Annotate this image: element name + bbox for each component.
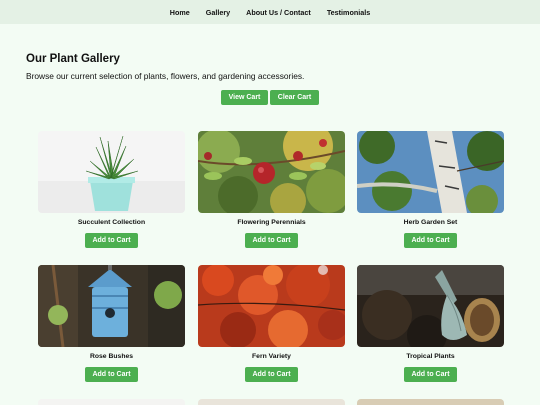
succulent-photo xyxy=(38,131,185,213)
nav-link-home[interactable]: Home xyxy=(170,8,190,17)
product-card-fern-variety: Fern Variety Add to Cart xyxy=(198,265,345,382)
nav-link-about-contact[interactable]: About Us / Contact xyxy=(246,8,311,17)
product-name: Herb Garden Set xyxy=(403,219,458,226)
product-card-flowering-perennials: Flowering Perennials Add to Cart xyxy=(198,131,345,248)
product-name: Succulent Collection xyxy=(77,219,146,226)
top-navbar: Home Gallery About Us / Contact Testimon… xyxy=(0,0,540,24)
product-card-succulent: Succulent Collection Add to Cart xyxy=(38,131,185,248)
add-to-cart-button[interactable]: Add to Cart xyxy=(404,367,457,382)
nav-link-gallery[interactable]: Gallery xyxy=(206,8,230,17)
product-card-rose-bushes: Rose Bushes Add to Cart xyxy=(38,265,185,382)
nav-link-testimonials[interactable]: Testimonials xyxy=(327,8,370,17)
rose-bushes-photo xyxy=(38,265,185,347)
add-to-cart-button[interactable]: Add to Cart xyxy=(245,233,298,248)
product-image-partial xyxy=(198,399,345,405)
add-to-cart-button[interactable]: Add to Cart xyxy=(85,367,138,382)
product-name: Tropical Plants xyxy=(406,353,455,360)
add-to-cart-button[interactable]: Add to Cart xyxy=(85,233,138,248)
clear-cart-button[interactable]: Clear Cart xyxy=(270,90,319,105)
fern-variety-photo xyxy=(198,265,345,347)
product-name: Rose Bushes xyxy=(89,353,134,360)
product-image-partial xyxy=(38,399,185,405)
herb-garden-photo xyxy=(357,131,504,213)
view-cart-button[interactable]: View Cart xyxy=(221,90,268,105)
product-card-herb-garden: Herb Garden Set Add to Cart xyxy=(357,131,504,248)
add-to-cart-button[interactable]: Add to Cart xyxy=(245,367,298,382)
product-image-partial xyxy=(357,399,504,405)
add-to-cart-button[interactable]: Add to Cart xyxy=(404,233,457,248)
tropical-plants-photo xyxy=(357,265,504,347)
page-subtitle: Browse our current selection of plants, … xyxy=(26,71,305,81)
product-name: Flowering Perennials xyxy=(237,219,306,226)
flowering-perennials-photo xyxy=(198,131,345,213)
page-title: Our Plant Gallery xyxy=(26,53,120,65)
product-card-tropical-plants: Tropical Plants Add to Cart xyxy=(357,265,504,382)
product-name: Fern Variety xyxy=(252,353,291,360)
